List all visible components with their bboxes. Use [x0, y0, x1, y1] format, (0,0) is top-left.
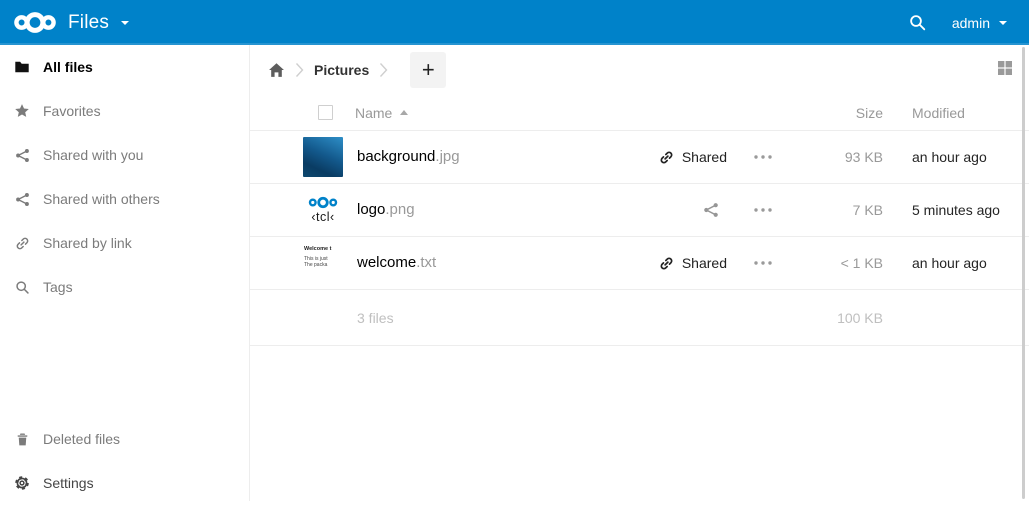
more-actions-icon[interactable] [743, 261, 783, 265]
share-button[interactable] [703, 202, 727, 218]
breadcrumb-current-folder[interactable]: Pictures [314, 62, 369, 78]
star-icon [14, 103, 30, 119]
file-table-header: Name Size Modified [250, 95, 1029, 131]
file-extension: .png [385, 201, 414, 218]
file-size: 7 KB [783, 202, 883, 218]
thumbnail-text-line: The packa [304, 262, 342, 268]
sidebar-item-settings[interactable]: Settings [0, 461, 249, 505]
magnifier-icon [14, 280, 30, 295]
share-icon [14, 192, 30, 207]
user-menu[interactable]: admin [952, 15, 1007, 31]
sidebar-item-label: Deleted files [43, 431, 120, 447]
file-modified: an hour ago [912, 255, 1029, 271]
sidebar-item-shared-with-you[interactable]: Shared with you [0, 133, 249, 177]
sidebar-item-favorites[interactable]: Favorites [0, 89, 249, 133]
header-actions: admin [909, 14, 1029, 31]
sidebar-item-label: Shared by link [43, 235, 132, 251]
file-name[interactable]: welcome.txt [357, 254, 436, 272]
breadcrumb-separator [379, 62, 388, 78]
file-thumbnail[interactable] [303, 137, 343, 177]
file-size: 93 KB [783, 149, 883, 165]
trash-icon [14, 432, 30, 447]
nextcloud-logo-icon [12, 7, 58, 38]
chevron-down-icon [121, 21, 129, 25]
file-basename: background [357, 148, 435, 165]
scrollbar[interactable] [1022, 47, 1025, 499]
file-modified: an hour ago [912, 149, 1029, 165]
sidebar-item-label: Shared with you [43, 147, 143, 163]
file-thumbnail[interactable]: Welcome t This is just The packa [303, 243, 343, 283]
file-size: < 1 KB [783, 255, 883, 271]
link-icon [14, 236, 30, 251]
shared-status-button[interactable]: Shared [659, 149, 727, 165]
file-extension: .txt [416, 254, 436, 271]
file-extension: .jpg [435, 148, 459, 165]
sidebar-item-tags[interactable]: Tags [0, 265, 249, 309]
file-name[interactable]: background.jpg [357, 148, 460, 166]
file-name[interactable]: logo.png [357, 201, 415, 219]
file-basename: welcome [357, 254, 416, 271]
sidebar-item-shared-by-link[interactable]: Shared by link [0, 221, 249, 265]
file-row-logo-png[interactable]: ‹tcl‹ logo.png 7 KB 5 minutes ago [250, 184, 1029, 237]
home-icon[interactable] [268, 62, 285, 79]
file-list-summary: 3 files 100 KB [250, 290, 1029, 346]
column-header-size[interactable]: Size [783, 105, 883, 121]
select-all-checkbox[interactable] [318, 105, 333, 120]
sidebar-item-label: Favorites [43, 103, 101, 119]
share-icon [703, 202, 719, 218]
sort-ascending-icon [400, 110, 408, 115]
sidebar-item-all-files[interactable]: All files [0, 45, 249, 89]
controls-bar: Pictures + [250, 45, 1029, 95]
sidebar-item-label: All files [43, 59, 93, 75]
more-actions-icon[interactable] [743, 155, 783, 159]
file-row-background-jpg[interactable]: background.jpg Shared 93 KB an hour ago [250, 131, 1029, 184]
search-icon[interactable] [909, 14, 926, 31]
thumbnail-text-line: Welcome t [304, 246, 342, 252]
more-actions-icon[interactable] [743, 208, 783, 212]
folder-icon [14, 59, 30, 75]
add-new-button[interactable]: + [410, 52, 446, 88]
total-size: 100 KB [783, 310, 883, 326]
column-header-name[interactable]: Name [355, 105, 408, 121]
thumbnail-text: ‹tcl‹ [311, 211, 334, 224]
file-count: 3 files [357, 310, 394, 326]
sidebar: All files Favorites Shared with you Shar… [0, 45, 250, 501]
sidebar-item-shared-with-others[interactable]: Shared with others [0, 177, 249, 221]
column-header-modified[interactable]: Modified [912, 105, 1029, 121]
app-title: Files [68, 12, 109, 34]
share-icon [14, 148, 30, 163]
sidebar-bottom: Deleted files Settings [0, 417, 249, 505]
shared-status-button[interactable]: Shared [659, 255, 727, 271]
file-modified: 5 minutes ago [912, 202, 1029, 218]
shared-label: Shared [682, 149, 727, 165]
username: admin [952, 15, 990, 31]
file-row-welcome-txt[interactable]: Welcome t This is just The packa welcome… [250, 237, 1029, 290]
breadcrumb-separator [295, 62, 304, 78]
file-thumbnail[interactable]: ‹tcl‹ [303, 190, 343, 230]
top-header: Files admin [0, 0, 1029, 45]
sidebar-item-label: Shared with others [43, 191, 160, 207]
gear-icon [14, 475, 30, 491]
app-menu[interactable]: Files [0, 7, 129, 38]
column-label: Name [355, 105, 392, 121]
sidebar-item-label: Tags [43, 279, 73, 295]
link-icon [659, 256, 674, 271]
sidebar-item-deleted-files[interactable]: Deleted files [0, 417, 249, 461]
files-content: Pictures + Name Size Modified background… [250, 45, 1029, 501]
sidebar-item-label: Settings [43, 475, 94, 491]
link-icon [659, 150, 674, 165]
chevron-down-icon [999, 21, 1007, 25]
file-basename: logo [357, 201, 385, 218]
grid-view-toggle-icon[interactable] [997, 60, 1013, 76]
shared-label: Shared [682, 255, 727, 271]
